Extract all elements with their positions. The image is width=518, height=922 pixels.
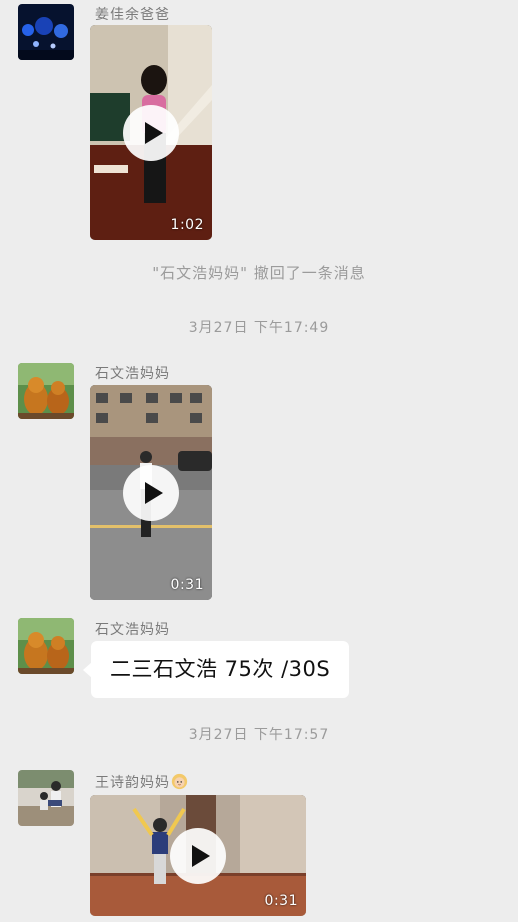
video-message[interactable]: 0:31 bbox=[90, 795, 306, 916]
sender-name-text: 王诗韵妈妈 bbox=[95, 775, 170, 791]
play-icon bbox=[145, 481, 163, 504]
video-duration: 0:31 bbox=[264, 893, 298, 909]
sender-name: 石文浩妈妈 bbox=[95, 622, 170, 638]
text-message-bubble[interactable]: 二三石文浩 75次 /30S bbox=[82, 641, 350, 698]
sender-name: 石文浩妈妈 bbox=[95, 366, 170, 382]
message-text: 二三石文浩 75次 /30S bbox=[110, 657, 331, 681]
woman-emoji-icon bbox=[171, 773, 188, 790]
play-button[interactable] bbox=[170, 827, 226, 884]
video-duration: 0:31 bbox=[170, 577, 204, 593]
avatar[interactable] bbox=[18, 4, 74, 60]
play-icon bbox=[145, 121, 163, 144]
play-button[interactable] bbox=[123, 104, 179, 161]
video-message[interactable]: 0:31 bbox=[90, 385, 212, 600]
timestamp: 3月27日 下午17:49 bbox=[188, 320, 330, 336]
avatar[interactable] bbox=[18, 770, 74, 826]
avatar[interactable] bbox=[18, 618, 74, 674]
sender-name: 姜佳余爸爸 bbox=[95, 7, 170, 23]
recall-notice: "石文浩妈妈" 撤回了一条消息 bbox=[152, 264, 366, 282]
video-duration: 1:02 bbox=[170, 217, 204, 233]
play-icon bbox=[192, 844, 210, 867]
avatar[interactable] bbox=[18, 363, 74, 419]
timestamp: 3月27日 下午17:57 bbox=[188, 727, 330, 743]
play-button[interactable] bbox=[123, 464, 179, 521]
sender-name: 王诗韵妈妈 bbox=[95, 772, 188, 792]
video-message[interactable]: 1:02 bbox=[90, 25, 212, 240]
